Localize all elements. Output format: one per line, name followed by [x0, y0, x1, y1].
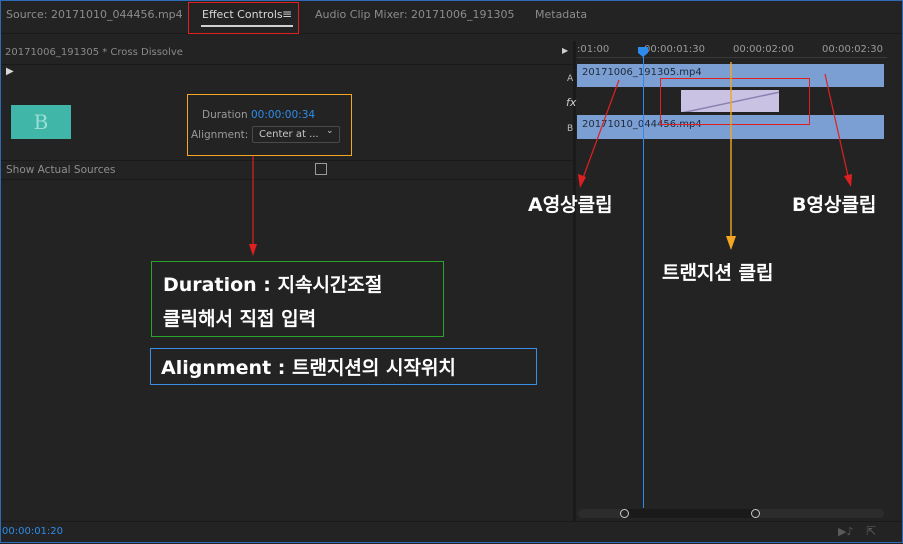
a-clip-annotation: A영상클립 [528, 194, 613, 216]
duration-arrow [249, 156, 257, 256]
transition-clip-annotation: 트랜지션 클립 [662, 262, 774, 284]
duration-annotation-line1: Duration : 지속시간조절 [163, 274, 383, 296]
b-clip-annotation: B영상클립 [792, 194, 877, 216]
duration-annotation-line2: 클릭해서 직접 입력 [163, 308, 317, 330]
alignment-annotation: Alignment : 트랜지션의 시작위치 [161, 357, 456, 379]
b-clip-arrow [824, 73, 852, 187]
a-clip-arrow [578, 79, 620, 188]
transition-arrow [726, 62, 736, 250]
